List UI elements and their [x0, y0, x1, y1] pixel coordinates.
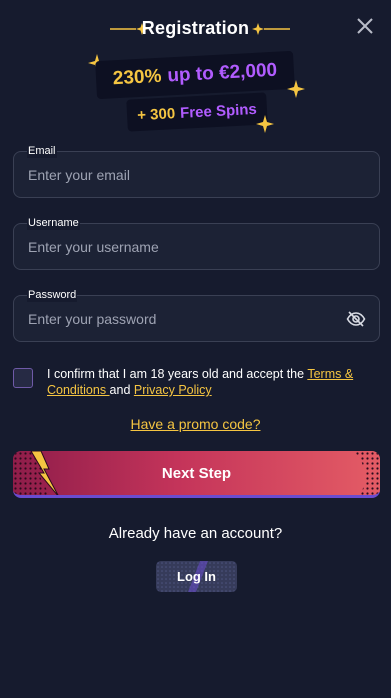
privacy-policy-link[interactable]: Privacy Policy	[134, 383, 212, 397]
next-step-button[interactable]: Next Step	[13, 451, 380, 498]
sparkle-right-icon	[252, 23, 290, 35]
password-field[interactable]	[13, 295, 380, 342]
username-field[interactable]	[13, 223, 380, 270]
close-icon[interactable]	[355, 16, 375, 36]
page-title: Registration	[141, 18, 250, 38]
login-label: Log In	[177, 569, 216, 584]
eye-off-icon[interactable]	[346, 309, 366, 329]
password-field-group: Password	[13, 288, 380, 342]
promo-amount: up to €2,000	[166, 59, 278, 87]
username-field-group: Username	[13, 216, 380, 270]
promo-spins-count: + 300	[136, 104, 176, 124]
next-step-label: Next Step	[161, 465, 232, 482]
password-label: Password	[27, 288, 78, 302]
consent-checkbox[interactable]	[13, 368, 33, 388]
promo-percent: 230%	[112, 65, 162, 90]
promo-spins-label: Free Spins	[179, 100, 258, 122]
promo-subline: + 300 Free Spins	[126, 92, 268, 132]
star-icon	[287, 80, 305, 98]
email-label: Email	[27, 144, 57, 158]
promo-headline: 230% up to €2,000	[95, 50, 295, 100]
email-field[interactable]	[13, 151, 380, 198]
username-label: Username	[27, 216, 80, 230]
registration-modal: Registration 230% up to €2,000 + 300 Fre…	[0, 0, 391, 698]
consent-text: I confirm that I am 18 years old and acc…	[47, 366, 377, 398]
account-prompt: Already have an account?	[108, 525, 283, 542]
email-field-group: Email	[13, 144, 380, 198]
login-button[interactable]: Log In	[156, 561, 237, 592]
consent-text-middle: and	[109, 383, 134, 397]
header: Registration	[0, 8, 391, 48]
promo-code-link[interactable]: Have a promo code?	[0, 416, 391, 432]
star-icon	[256, 115, 274, 133]
age-consent: I confirm that I am 18 years old and acc…	[13, 366, 380, 406]
consent-text-before: I confirm that I am 18 years old and acc…	[47, 367, 308, 381]
promo-banner: 230% up to €2,000 + 300 Free Spins	[0, 50, 391, 140]
